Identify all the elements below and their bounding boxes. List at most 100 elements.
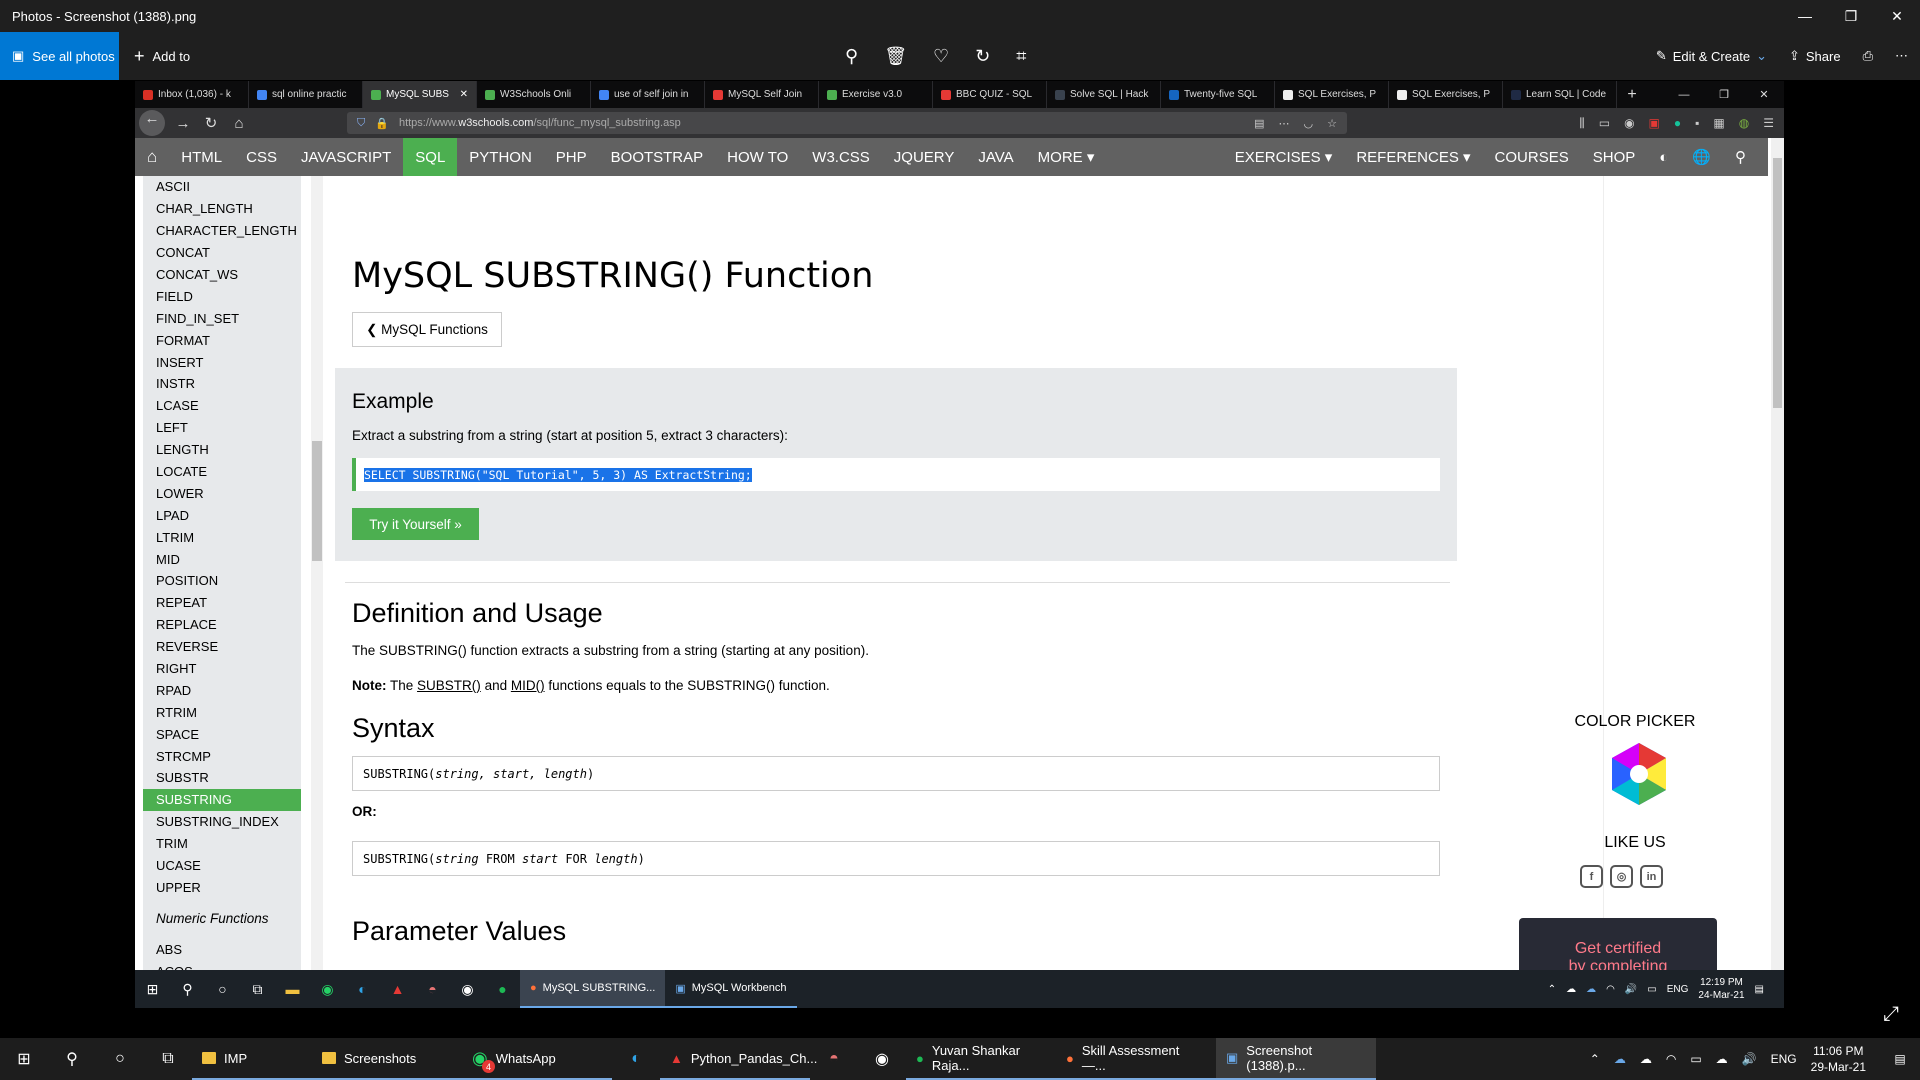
battery-icon[interactable]: ▭ [1690, 1052, 1701, 1066]
sidebar-item[interactable]: CHAR_LENGTH [143, 198, 301, 220]
sidebar-icon[interactable]: ▭ [1599, 116, 1610, 130]
sidebar-item[interactable]: FIELD [143, 285, 301, 307]
sidebar-item[interactable]: SUBSTRING [143, 788, 301, 811]
sidebar-item[interactable]: LOCATE [143, 461, 301, 483]
notification-icon[interactable]: ▤ [1880, 1052, 1920, 1066]
acrobat-icon[interactable]: ▲ [380, 970, 415, 1008]
substr-link[interactable]: SUBSTR() [417, 678, 481, 693]
sidebar-item[interactable]: CHARACTER_LENGTH [143, 220, 301, 242]
sidebar-item[interactable]: POSITION [143, 570, 301, 592]
browser-tab[interactable]: Twenty-five SQL [1161, 81, 1275, 108]
facebook-icon[interactable]: f [1580, 865, 1603, 888]
reader-icon[interactable]: ▤ [1254, 117, 1264, 130]
mysql-functions-button[interactable]: ❮ MySQL Functions [352, 312, 502, 347]
extension-icon[interactable]: ◍ [1739, 116, 1749, 130]
nav-item[interactable]: SQL [403, 138, 458, 176]
rotate-icon[interactable]: ↻ [975, 46, 990, 67]
mid-link[interactable]: MID() [511, 678, 545, 693]
extension-icon[interactable]: ▪ [1695, 116, 1699, 130]
share-button[interactable]: ⇪ Share [1789, 48, 1841, 64]
taskbar-app-whatsapp[interactable]: ◉ 4 WhatsApp [462, 1038, 612, 1080]
nav-item[interactable]: JAVA [966, 138, 1025, 176]
search-icon[interactable]: ⚲ [1723, 138, 1758, 176]
linkedin-icon[interactable]: in [1640, 865, 1663, 888]
favorite-icon[interactable]: ♡ [933, 46, 949, 67]
obs-icon[interactable]: ◉ [858, 1038, 906, 1080]
search-icon[interactable]: ⚲ [48, 1038, 96, 1080]
sidebar-item[interactable]: FORMAT [143, 329, 301, 351]
chevron-up-icon[interactable]: ⌃ [1548, 984, 1556, 995]
cortana-icon[interactable]: ○ [96, 1038, 144, 1080]
home-button[interactable]: ⌂ [225, 115, 253, 132]
nav-item[interactable]: PYTHON [457, 138, 544, 176]
page-scrollbar[interactable] [1771, 138, 1784, 970]
battery-icon[interactable]: ▭ [1647, 984, 1656, 995]
dark-mode-icon[interactable]: ◐ [1647, 138, 1680, 176]
inner-app-firefox[interactable]: ● MySQL SUBSTRING... [520, 970, 666, 1008]
page-actions-icon[interactable]: ⋯ [1279, 117, 1290, 130]
browser-tab[interactable]: SQL Exercises, P [1389, 81, 1503, 108]
crop-icon[interactable]: ⌗ [1016, 46, 1026, 67]
extension-icon[interactable]: ▣ [1649, 116, 1660, 130]
onedrive-icon[interactable]: ☁ [1586, 984, 1596, 995]
nav-item[interactable]: SHOP [1581, 138, 1648, 176]
taskbar-app-spotify[interactable]: ● Yuvan Shankar Raja... [906, 1038, 1056, 1080]
sidebar-item[interactable]: SPACE [143, 723, 301, 745]
extension-icon[interactable]: ● [1674, 116, 1681, 130]
nav-item[interactable]: COURSES [1483, 138, 1581, 176]
translate-icon[interactable]: 🌐 [1680, 138, 1723, 176]
sidebar-item[interactable]: STRCMP [143, 745, 301, 767]
taskbar-app-pdf[interactable]: ▲ Python_Pandas_Ch... [660, 1038, 817, 1080]
close-button[interactable]: ✕ [1874, 0, 1920, 32]
nav-item[interactable]: HTML [169, 138, 234, 176]
sidebar-item[interactable]: ABS [143, 938, 301, 960]
sidebar-item[interactable]: LTRIM [143, 526, 301, 548]
menu-icon[interactable]: ☰ [1763, 116, 1774, 130]
sidebar-item[interactable]: REPEAT [143, 592, 301, 614]
browser-tab[interactable]: MySQL SUBS ✕ [363, 81, 477, 108]
nav-item[interactable]: REFERENCES ▾ [1344, 138, 1482, 176]
browser-tab[interactable]: use of self join in [591, 81, 705, 108]
sidebar-item[interactable]: ACOS [143, 960, 301, 970]
bookmark-star-icon[interactable]: ☆ [1327, 117, 1337, 130]
nav-item[interactable]: EXERCISES ▾ [1223, 138, 1345, 176]
onedrive-icon[interactable]: ☁ [1640, 1052, 1652, 1066]
nav-item[interactable]: PHP [544, 138, 599, 176]
sidebar-item[interactable]: SUBSTRING_INDEX [143, 811, 301, 833]
nav-item[interactable]: BOOTSTRAP [599, 138, 716, 176]
color-picker-icon[interactable] [1606, 741, 1672, 807]
home-icon[interactable]: ⌂ [135, 138, 169, 176]
language-indicator[interactable]: ENG [1771, 1052, 1797, 1066]
browser-close-button[interactable]: ✕ [1744, 81, 1784, 108]
edit-create-button[interactable]: ✎ Edit & Create ⌄ [1656, 48, 1767, 64]
browser-tab[interactable]: Inbox (1,036) - k [135, 81, 249, 108]
inner-app-workbench[interactable]: ▣ MySQL Workbench [665, 970, 797, 1008]
try-it-button[interactable]: Try it Yourself » [352, 508, 479, 540]
zoom-icon[interactable]: ⚲ [845, 46, 858, 67]
file-explorer-icon[interactable]: ▬ [275, 970, 310, 1008]
cortana-icon[interactable]: ○ [205, 970, 240, 1008]
extension-icon[interactable]: ▦ [1713, 116, 1724, 130]
browser-tab[interactable]: SQL Exercises, P [1275, 81, 1389, 108]
edge-icon[interactable]: ◐ [345, 970, 380, 1008]
onedrive-icon[interactable]: ☁ [1716, 1052, 1728, 1066]
browser-tab[interactable]: W3Schools Onli [477, 81, 591, 108]
sidebar-item[interactable]: LPAD [143, 504, 301, 526]
volume-icon[interactable]: 🔊 [1625, 984, 1637, 995]
nav-item[interactable]: HOW TO [715, 138, 800, 176]
volume-icon[interactable]: 🔊 [1742, 1052, 1757, 1066]
sidebar-item[interactable]: LCASE [143, 395, 301, 417]
task-view-icon[interactable]: ⧉ [240, 970, 275, 1008]
see-all-photos-button[interactable]: ▣ See all photos [0, 32, 119, 80]
language-indicator[interactable]: ENG [1667, 984, 1689, 995]
browser-tab[interactable]: BBC QUIZ - SQL [933, 81, 1047, 108]
browser-tab[interactable]: Learn SQL | Code [1503, 81, 1617, 108]
edge-icon[interactable]: ◐ [612, 1038, 660, 1080]
sidebar-item[interactable]: REVERSE [143, 636, 301, 658]
delete-icon[interactable]: 🗑 [884, 46, 907, 67]
sidebar-item[interactable]: REPLACE [143, 614, 301, 636]
browser-tab[interactable]: sql online practic [249, 81, 363, 108]
more-icon[interactable]: ⋯ [1895, 48, 1908, 64]
search-icon[interactable]: ⚲ [170, 970, 205, 1008]
account-icon[interactable]: ◉ [1624, 116, 1634, 130]
